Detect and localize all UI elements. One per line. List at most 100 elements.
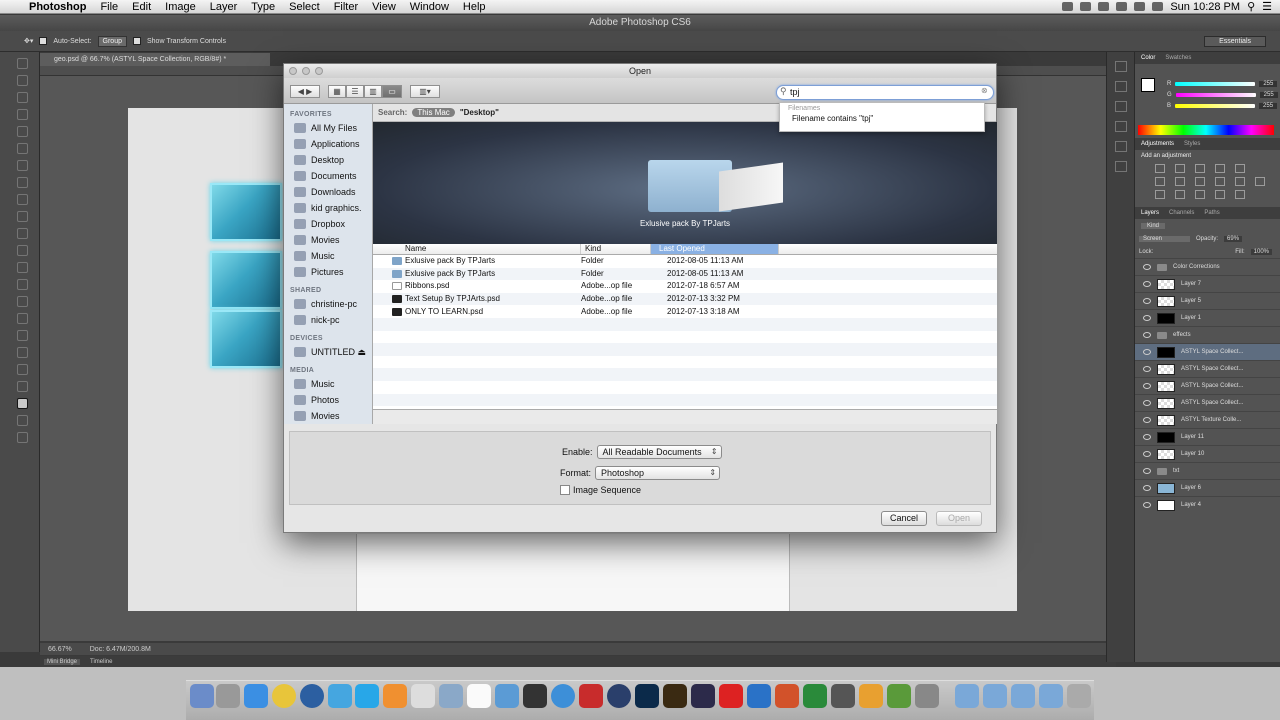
chrome-icon[interactable] bbox=[272, 684, 296, 708]
layer-row[interactable]: Layer 6 bbox=[1135, 479, 1280, 496]
move-tool-icon[interactable]: ✥▾ bbox=[24, 37, 33, 45]
format-select[interactable]: Photoshop bbox=[595, 466, 721, 480]
layer-row[interactable]: effects bbox=[1135, 326, 1280, 343]
wifi-tray-icon[interactable] bbox=[1116, 2, 1128, 11]
sidebar-item-music[interactable]: Music bbox=[284, 248, 372, 264]
coverflow-view-icon[interactable]: ▭ bbox=[382, 85, 402, 98]
finder-icon[interactable] bbox=[190, 684, 214, 708]
brightness-icon[interactable] bbox=[1155, 164, 1165, 173]
tab-adjustments[interactable]: Adjustments bbox=[1141, 141, 1174, 147]
horizontal-scrollbar[interactable] bbox=[373, 410, 997, 424]
system-icon[interactable] bbox=[859, 684, 883, 708]
visibility-eye-icon[interactable] bbox=[1143, 434, 1151, 440]
quick-select-tool-icon[interactable] bbox=[17, 109, 28, 120]
sidebar-item-media-music[interactable]: Music bbox=[284, 376, 372, 392]
icon-view-icon[interactable]: ▦ bbox=[328, 85, 346, 98]
column-view-icon[interactable]: ▥ bbox=[364, 85, 382, 98]
shape-tool-icon[interactable] bbox=[17, 347, 28, 358]
launchpad-icon[interactable] bbox=[216, 684, 240, 708]
menu-select[interactable]: Select bbox=[282, 0, 327, 14]
screen-mode-icon[interactable] bbox=[17, 432, 28, 443]
tab-styles[interactable]: Styles bbox=[1184, 141, 1200, 147]
history-icon[interactable] bbox=[1114, 61, 1127, 72]
healing-tool-icon[interactable] bbox=[17, 160, 28, 171]
menu-window[interactable]: Window bbox=[403, 0, 456, 14]
properties-icon[interactable] bbox=[1114, 81, 1127, 92]
word-icon[interactable] bbox=[747, 684, 771, 708]
sidebar-item-all-my-files[interactable]: All My Files bbox=[284, 120, 372, 136]
visibility-eye-icon[interactable] bbox=[1143, 315, 1151, 321]
clock[interactable]: Sun 10:28 PM bbox=[1170, 1, 1240, 13]
gradientmap-icon[interactable] bbox=[1215, 190, 1225, 199]
photobooth-icon[interactable] bbox=[579, 684, 603, 708]
hand-tool-icon[interactable] bbox=[17, 364, 28, 375]
bridge-icon[interactable] bbox=[663, 684, 687, 708]
itunes-icon[interactable] bbox=[551, 684, 575, 708]
eyedropper-tool-icon[interactable] bbox=[17, 143, 28, 154]
sidebar-item-christine-pc[interactable]: christine-pc bbox=[284, 296, 372, 312]
search-input[interactable]: tpj bbox=[776, 85, 994, 100]
back-forward-button[interactable]: ◀ ▶ bbox=[290, 85, 320, 98]
menu-type[interactable]: Type bbox=[244, 0, 282, 14]
dodge-tool-icon[interactable] bbox=[17, 279, 28, 290]
lookup-icon[interactable] bbox=[1255, 177, 1265, 186]
layer-row[interactable]: ASTYL Space Collect... bbox=[1135, 394, 1280, 411]
layer-row[interactable]: txt bbox=[1135, 462, 1280, 479]
visibility-eye-icon[interactable] bbox=[1143, 417, 1151, 423]
applications-folder-icon[interactable] bbox=[955, 684, 979, 708]
image-sequence-checkbox[interactable] bbox=[560, 485, 570, 495]
workspace-dropdown[interactable]: Essentials bbox=[1204, 36, 1266, 47]
menu-layer[interactable]: Layer bbox=[203, 0, 245, 14]
slider-b[interactable]: B 255 bbox=[1135, 100, 1280, 111]
blur-tool-icon[interactable] bbox=[17, 262, 28, 273]
excel-icon[interactable] bbox=[803, 684, 827, 708]
foreground-swatch[interactable] bbox=[1141, 78, 1155, 92]
acrobat-icon[interactable] bbox=[719, 684, 743, 708]
sidebar-item-dropbox[interactable]: Dropbox bbox=[284, 216, 372, 232]
group-dropdown[interactable]: Group bbox=[97, 35, 127, 47]
menu-file[interactable]: File bbox=[93, 0, 125, 14]
menu-view[interactable]: View bbox=[365, 0, 403, 14]
stamp-tool-icon[interactable] bbox=[17, 194, 28, 205]
layer-row[interactable]: ASTYL Texture Colle... bbox=[1135, 411, 1280, 428]
arrange-menu-icon[interactable]: ▥▾ bbox=[410, 85, 440, 98]
opacity-value[interactable]: 69% bbox=[1224, 235, 1243, 242]
eraser-tool-icon[interactable] bbox=[17, 228, 28, 239]
file-row[interactable]: Exlusive pack By TPJarts Folder 2012-08-05… bbox=[373, 267, 997, 281]
visibility-eye-icon[interactable] bbox=[1143, 264, 1151, 270]
kind-filter[interactable]: Kind bbox=[1141, 222, 1166, 229]
sidebar-item-nick-pc[interactable]: nick-pc bbox=[284, 312, 372, 328]
tab-paths[interactable]: Paths bbox=[1204, 210, 1219, 216]
visibility-eye-icon[interactable] bbox=[1143, 451, 1151, 457]
messages-icon[interactable] bbox=[383, 684, 407, 708]
layer-row[interactable]: ASTYL Space Collect... bbox=[1135, 377, 1280, 394]
bluetooth-tray-icon[interactable] bbox=[1098, 2, 1110, 11]
blackberry-icon[interactable] bbox=[523, 684, 547, 708]
character-icon[interactable] bbox=[1114, 121, 1127, 132]
pen-tool-icon[interactable] bbox=[17, 296, 28, 307]
documents-folder-icon[interactable] bbox=[983, 684, 1007, 708]
visibility-eye-icon[interactable] bbox=[1143, 332, 1151, 338]
cinema4d-icon[interactable] bbox=[607, 684, 631, 708]
history-brush-tool-icon[interactable] bbox=[17, 211, 28, 222]
menu-edit[interactable]: Edit bbox=[125, 0, 158, 14]
move-tool-icon[interactable] bbox=[17, 58, 28, 69]
posterize-icon[interactable] bbox=[1175, 190, 1185, 199]
list-view-icon[interactable]: ☰ bbox=[346, 85, 364, 98]
skype-icon[interactable] bbox=[355, 684, 379, 708]
menu-image[interactable]: Image bbox=[158, 0, 203, 14]
color-spectrum[interactable] bbox=[1138, 125, 1274, 135]
gradient-tool-icon[interactable] bbox=[17, 245, 28, 256]
tab-channels[interactable]: Channels bbox=[1169, 210, 1194, 216]
cancel-button[interactable]: Cancel bbox=[881, 511, 927, 526]
column-name[interactable]: Name bbox=[373, 244, 581, 254]
preview-icon[interactable] bbox=[439, 684, 463, 708]
visibility-eye-icon[interactable] bbox=[1143, 400, 1151, 406]
column-last-opened[interactable]: Last Opened bbox=[651, 244, 779, 254]
clapper-icon[interactable] bbox=[831, 684, 855, 708]
layer-row[interactable]: Layer 7 bbox=[1135, 275, 1280, 292]
levels-icon[interactable] bbox=[1175, 164, 1185, 173]
zoom-tool-icon[interactable] bbox=[17, 381, 28, 392]
sidebar-item-kid-graphics[interactable]: kid graphics. bbox=[284, 200, 372, 216]
visibility-eye-icon[interactable] bbox=[1143, 383, 1151, 389]
